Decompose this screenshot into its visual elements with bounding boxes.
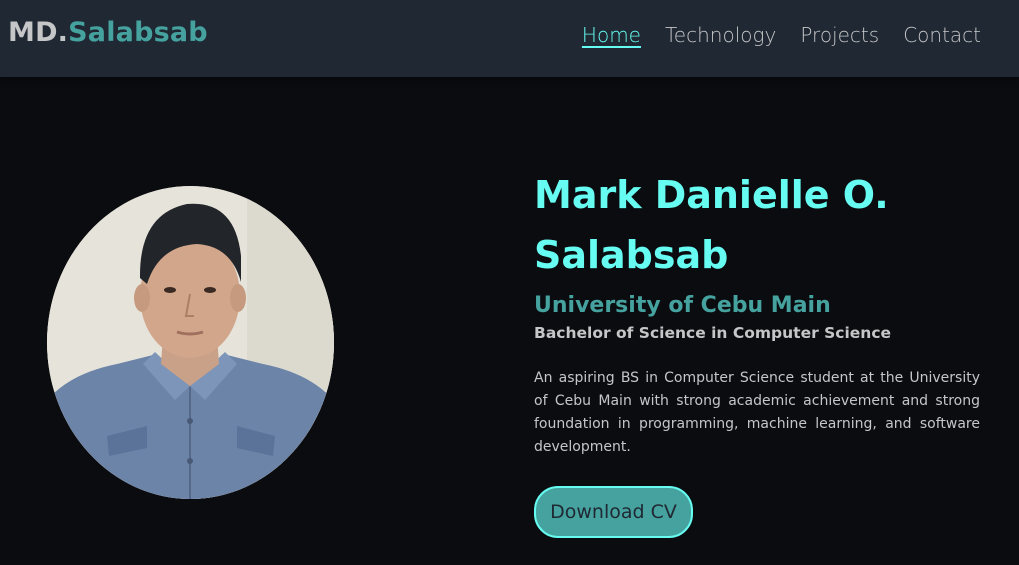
profile-photo [47,186,334,499]
degree: Bachelor of Science in Computer Science [534,324,892,342]
nav-link-projects[interactable]: Projects [800,23,879,47]
hero-name-line1: Mark Danielle O. [534,173,889,217]
nav-link-home[interactable]: Home [582,23,641,47]
hero-info: Mark Danielle O. Salabsab University of … [534,165,980,459]
profile-photo-illustration [47,186,334,499]
description: An aspiring BS in Computer Science stude… [534,370,980,455]
download-cv-button[interactable]: Download CV [534,486,693,538]
navbar: MD.Salabsab Home Technology Projects Con… [0,0,1019,77]
logo-suffix: Salabsab [68,17,208,48]
nav-link-technology[interactable]: Technology [665,23,776,47]
university: University of Cebu Main [534,293,831,318]
logo-prefix: MD. [8,17,69,48]
hero-name: Mark Danielle O. Salabsab [534,165,980,285]
nav-link-contact[interactable]: Contact [903,23,981,47]
nav-links: Home Technology Projects Contact [582,23,981,47]
hero-name-line2: Salabsab [534,233,729,277]
logo[interactable]: MD.Salabsab [8,17,208,48]
